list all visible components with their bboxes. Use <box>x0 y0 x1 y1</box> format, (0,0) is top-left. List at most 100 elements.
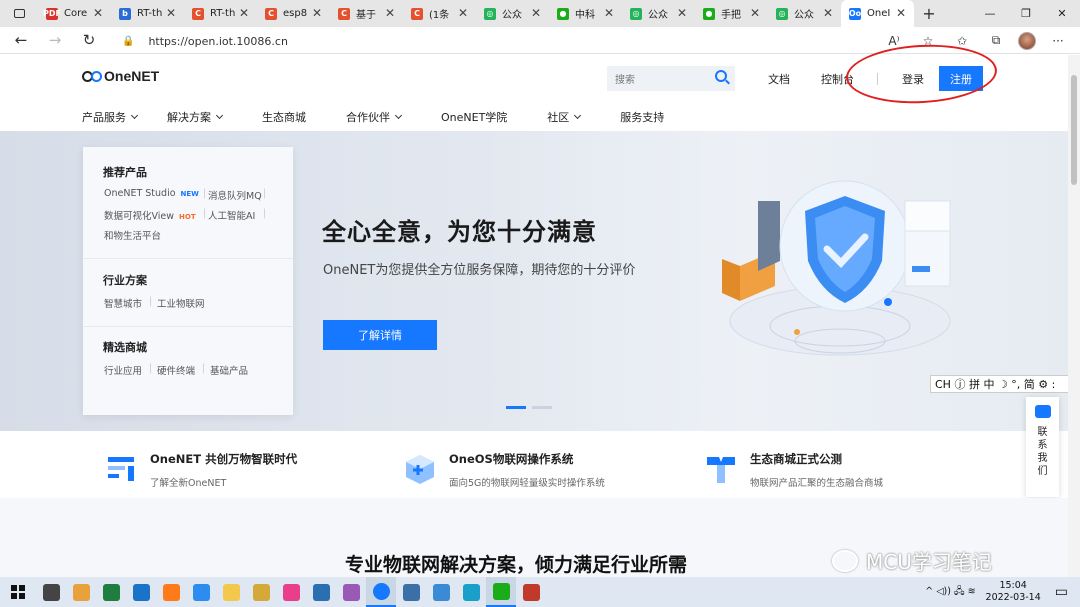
app-icon <box>102 583 120 601</box>
nav-item[interactable]: 服务支持 <box>620 109 664 125</box>
tab-favicon-icon: ◎ <box>484 7 496 20</box>
browser-tab[interactable]: C 基于 ✕ <box>330 0 403 27</box>
taskbar-app-icon[interactable] <box>516 577 546 607</box>
collections-icon[interactable]: ⧉ <box>984 33 1008 48</box>
system-tray: ^ ◁)) 🖧 ≋ 15:04 2022-03-14 ▭ <box>925 577 1080 607</box>
industrial-iot-link[interactable]: 工业物联网 <box>157 296 205 310</box>
start-button[interactable] <box>0 577 36 607</box>
nav-item[interactable]: 产品服务 <box>82 109 139 125</box>
more-menu-icon[interactable]: ··· <box>1046 34 1070 48</box>
tab-close-icon[interactable]: ✕ <box>677 6 687 20</box>
basic-link[interactable]: 基础产品 <box>210 363 248 377</box>
nav-label: 解决方案 <box>167 111 211 124</box>
taskbar-app-icon[interactable] <box>456 577 486 607</box>
tab-actions-button[interactable] <box>0 0 38 27</box>
refresh-button[interactable]: ↻ <box>72 31 106 49</box>
page-scrollbar[interactable] <box>1068 55 1080 577</box>
tab-close-icon[interactable]: ✕ <box>93 6 103 20</box>
search-placeholder: 搜索 <box>615 75 635 86</box>
browser-tab[interactable]: ● 手把 ✕ <box>695 0 768 27</box>
taskbar-app-icon[interactable] <box>396 577 426 607</box>
mq-link[interactable]: 消息队列MQ <box>208 188 262 202</box>
studio-link[interactable]: OneNET Studio NEW <box>104 188 199 199</box>
tab-close-icon[interactable]: ✕ <box>166 6 176 20</box>
nav-label: 生态商城 <box>262 111 306 124</box>
clock[interactable]: 15:04 2022-03-14 <box>986 580 1041 604</box>
taskbar-app-icon[interactable] <box>126 577 156 607</box>
tab-close-icon[interactable]: ✕ <box>604 6 614 20</box>
tab-close-icon[interactable]: ✕ <box>531 6 541 20</box>
view-link[interactable]: 数据可视化View HOT <box>104 208 196 222</box>
browser-tab[interactable]: b RT-th ✕ <box>111 0 184 27</box>
taskbar-app-icon[interactable] <box>156 577 186 607</box>
tab-favicon-icon: b <box>119 7 131 20</box>
taskbar-app-icon[interactable] <box>486 577 516 607</box>
taskbar-app-icon[interactable] <box>186 577 216 607</box>
nav-item[interactable]: 合作伙伴 <box>346 109 403 125</box>
feature-mall[interactable]: 生态商城正式公测 物联网产品汇聚的生态融合商城 <box>705 451 883 489</box>
taskbar-app-icon[interactable] <box>36 577 66 607</box>
screen: PDF Core ✕ b RT-th ✕ C RT-th ✕ Cesp8 ✕ C 基于 ✕ C (1条 ✕ ◎ 公众… <box>0 0 1080 607</box>
read-aloud-icon[interactable]: A⁾ <box>882 34 906 48</box>
smart-city-link[interactable]: 智慧城市 <box>104 296 142 310</box>
taskbar-app-icon[interactable] <box>66 577 96 607</box>
tab-close-icon[interactable]: ✕ <box>312 6 322 20</box>
taskbar-app-icon[interactable] <box>426 577 456 607</box>
taskbar-app-icon[interactable] <box>96 577 126 607</box>
maximize-button[interactable]: ❐ <box>1008 0 1044 27</box>
forward-button[interactable]: → <box>38 31 72 49</box>
tab-close-icon[interactable]: ✕ <box>239 6 249 20</box>
browser-tab[interactable]: ● 中科 ✕ <box>549 0 622 27</box>
notification-icon[interactable]: ▭ <box>1055 584 1068 600</box>
browser-tab[interactable]: C RT-th ✕ <box>184 0 257 27</box>
learn-more-button[interactable]: 了解详情 <box>323 320 437 350</box>
address-input[interactable]: 🔒 https://open.iot.10086.cn <box>114 31 934 51</box>
nav-item[interactable]: 解决方案 <box>167 109 224 125</box>
taskbar-app-icon[interactable] <box>276 577 306 607</box>
browser-tab[interactable]: Oo OneI ✕ <box>841 0 914 27</box>
tab-close-icon[interactable]: ✕ <box>750 6 760 20</box>
carousel-dot-active[interactable] <box>506 406 526 409</box>
chevron-down-icon <box>130 111 139 120</box>
docs-link[interactable]: 文档 <box>768 71 790 87</box>
taskbar-app-icon[interactable] <box>246 577 276 607</box>
nav-item[interactable]: 生态商城 <box>262 109 306 125</box>
new-tab-button[interactable]: + <box>914 4 944 23</box>
browser-tab[interactable]: C (1条 ✕ <box>403 0 476 27</box>
life-link[interactable]: 和物生活平台 <box>104 228 161 242</box>
feature-onenet[interactable]: OneNET 共创万物智联时代 了解全新OneNET <box>105 451 297 489</box>
tab-close-icon[interactable]: ✕ <box>823 6 833 20</box>
browser-tab[interactable]: Cesp8 ✕ <box>257 0 330 27</box>
browser-tab[interactable]: ◎ 公众 ✕ <box>622 0 695 27</box>
nav-item[interactable]: OneNET学院 <box>441 109 507 125</box>
product-sidecard: 推荐产品 OneNET Studio NEW | 消息队列MQ | 数据可视化Vi… <box>83 147 293 415</box>
apps-link[interactable]: 行业应用 <box>104 363 142 377</box>
browser-tab[interactable]: PDF Core ✕ <box>38 0 111 27</box>
browser-tab[interactable]: ◎ 公众 ✕ <box>476 0 549 27</box>
taskbar-app-icon[interactable] <box>336 577 366 607</box>
ai-link[interactable]: 人工智能AI <box>208 208 255 222</box>
taskbar-app-icon[interactable] <box>366 577 396 607</box>
contact-us-button[interactable]: 联系我们 <box>1026 397 1059 497</box>
feature-oneos[interactable]: OneOS物联网操作系统 面向5G的物联网轻量级实时操作系统 <box>404 451 605 489</box>
browser-tab[interactable]: ◎ 公众 ✕ <box>768 0 841 27</box>
hardware-link[interactable]: 硬件终端 <box>157 363 195 377</box>
document-icon <box>108 457 134 481</box>
tray-icons[interactable]: ^ ◁)) 🖧 ≋ <box>925 584 975 600</box>
back-button[interactable]: ← <box>4 31 38 49</box>
taskbar-app-icon[interactable] <box>216 577 246 607</box>
tab-close-icon[interactable]: ✕ <box>458 6 468 20</box>
scrollbar-thumb[interactable] <box>1071 75 1077 185</box>
search-icon[interactable] <box>715 70 727 82</box>
tab-close-icon[interactable]: ✕ <box>385 6 395 20</box>
profile-avatar[interactable] <box>1018 31 1036 50</box>
ime-toolbar[interactable]: CH ⓙ 拼 中 ☽ °, 简 ⚙ : <box>930 375 1080 393</box>
tab-close-icon[interactable]: ✕ <box>896 6 906 20</box>
close-window-button[interactable]: ✕ <box>1044 0 1080 27</box>
onenet-logo[interactable]: OneNET <box>82 68 159 84</box>
minimize-button[interactable]: — <box>972 0 1008 27</box>
taskbar-app-icon[interactable] <box>306 577 336 607</box>
carousel-dot[interactable] <box>532 406 552 409</box>
search-input[interactable]: 搜索 <box>607 66 735 91</box>
nav-item[interactable]: 社区 <box>547 109 582 125</box>
